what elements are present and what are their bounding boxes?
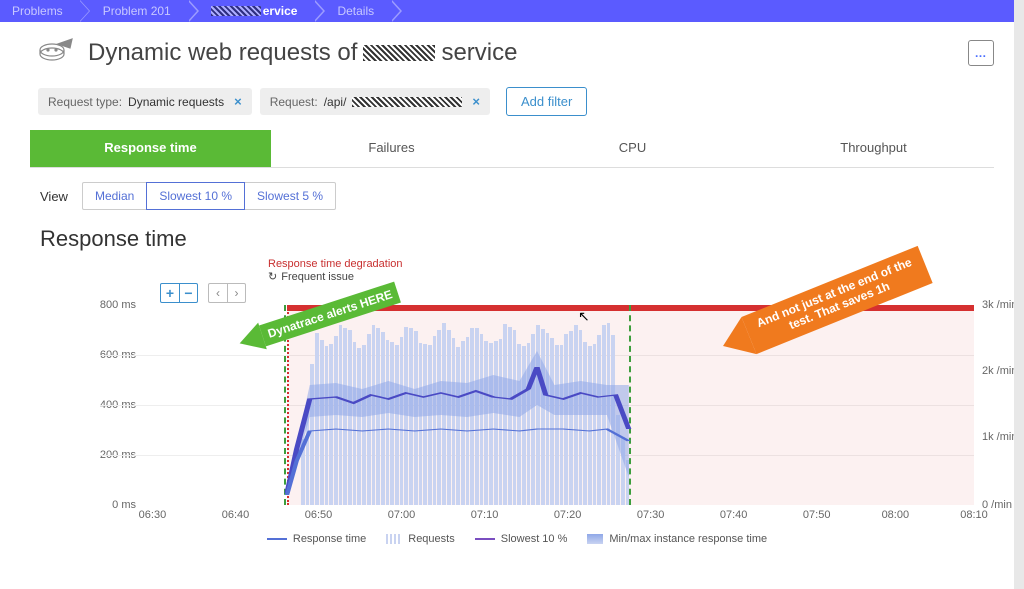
close-icon[interactable]: × bbox=[234, 94, 242, 109]
filter-pill-request-type[interactable]: Request type: Dynamic requests × bbox=[38, 88, 252, 115]
tab-failures[interactable]: Failures bbox=[271, 130, 512, 167]
crumb-problems[interactable]: Problems bbox=[0, 0, 79, 22]
zoom-out-button[interactable]: − bbox=[179, 284, 197, 302]
redacted-text bbox=[211, 6, 261, 16]
zoom-controls: + − bbox=[160, 283, 198, 303]
tab-response-time[interactable]: Response time bbox=[30, 130, 271, 167]
breadcrumb: Problems Problem 201 ervice Details bbox=[0, 0, 1024, 22]
page-header: Dynamic web requests of service … bbox=[0, 22, 1024, 79]
crumb-problem-201[interactable]: Problem 201 bbox=[79, 0, 187, 22]
pan-right-button[interactable]: › bbox=[227, 284, 245, 302]
close-icon[interactable]: × bbox=[472, 94, 480, 109]
section-title: Response time bbox=[0, 214, 1024, 258]
filter-pill-request[interactable]: Request: /api/ × bbox=[260, 88, 490, 115]
filter-row: Request type: Dynamic requests × Request… bbox=[0, 79, 1024, 130]
tab-throughput[interactable]: Throughput bbox=[753, 130, 994, 167]
x-axis: 06:30 06:40 06:50 07:00 07:10 07:20 07:3… bbox=[100, 509, 974, 529]
redacted-text bbox=[363, 45, 435, 61]
median-line bbox=[287, 429, 629, 495]
add-filter-button[interactable]: Add filter bbox=[506, 87, 587, 116]
view-btn-slowest-5[interactable]: Slowest 5 % bbox=[244, 182, 336, 210]
view-btn-slowest-10[interactable]: Slowest 10 % bbox=[146, 182, 245, 210]
legend-minmax[interactable]: Min/max instance response time bbox=[587, 533, 767, 545]
scrollbar[interactable] bbox=[1014, 0, 1024, 589]
legend-requests[interactable]: Requests bbox=[386, 533, 454, 545]
plot-area bbox=[100, 305, 974, 505]
pan-controls: ‹ › bbox=[208, 283, 246, 303]
chart-plot[interactable]: 800 ms 600 ms 400 ms 200 ms 0 ms 3k /min… bbox=[100, 305, 974, 505]
minmax-band bbox=[287, 351, 629, 495]
view-selector: View Median Slowest 10 % Slowest 5 % bbox=[0, 168, 1024, 214]
legend-slowest-10[interactable]: Slowest 10 % bbox=[475, 533, 568, 545]
more-button[interactable]: … bbox=[968, 40, 994, 66]
page-title: Dynamic web requests of service bbox=[88, 39, 968, 67]
crumb-service[interactable]: ervice bbox=[187, 0, 314, 22]
service-icon bbox=[38, 36, 78, 69]
zoom-in-button[interactable]: + bbox=[161, 284, 179, 302]
view-btn-median[interactable]: Median bbox=[82, 182, 147, 210]
chart-legend: Response time Requests Slowest 10 % Min/… bbox=[40, 533, 994, 545]
redacted-text bbox=[352, 97, 462, 107]
metric-tabs: Response time Failures CPU Throughput bbox=[30, 130, 994, 168]
pan-left-button[interactable]: ‹ bbox=[209, 284, 227, 302]
recurrence-icon: ↻ bbox=[268, 270, 277, 283]
tab-cpu[interactable]: CPU bbox=[512, 130, 753, 167]
legend-response-time[interactable]: Response time bbox=[267, 533, 366, 545]
view-label: View bbox=[40, 189, 68, 204]
